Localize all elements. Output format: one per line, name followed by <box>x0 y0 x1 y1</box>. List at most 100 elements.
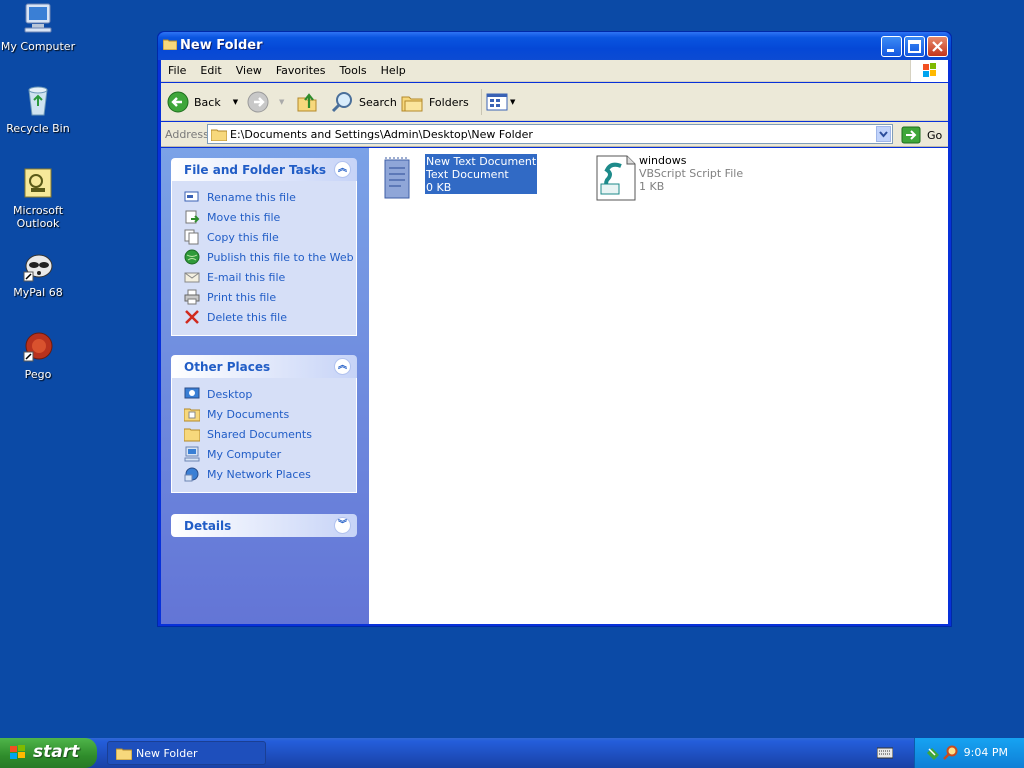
start-label: start <box>33 742 80 762</box>
taskbar-button-label: New Folder <box>136 747 198 760</box>
menu-favorites[interactable]: Favorites <box>269 60 333 77</box>
close-button[interactable] <box>927 36 948 57</box>
task-label: Publish this file to the Web <box>207 250 354 264</box>
back-dropdown-icon[interactable]: ▼ <box>233 98 238 106</box>
tray-app-icon[interactable] <box>925 745 941 761</box>
panel-title: File and Folder Tasks <box>184 163 327 177</box>
task-delete[interactable]: Delete this file <box>184 307 356 327</box>
computer-icon <box>184 446 200 462</box>
task-rename[interactable]: Rename this file <box>184 187 356 207</box>
maximize-button[interactable] <box>904 36 925 57</box>
forward-dropdown-icon[interactable]: ▼ <box>279 98 284 106</box>
desktop-icon-outlook[interactable]: Microsoft Outlook <box>0 166 76 230</box>
place-my-documents[interactable]: My Documents <box>184 404 356 424</box>
task-label: Delete this file <box>207 310 287 324</box>
file-item-new-text-document[interactable]: New Text Document Text Document 0 KB <box>381 154 538 200</box>
back-button[interactable]: Back ▼ <box>167 89 238 115</box>
other-places-header[interactable]: Other Places ︽ <box>171 355 357 378</box>
task-pane: File and Folder Tasks ︽ Rename this file… <box>161 148 369 624</box>
move-icon <box>185 210 200 224</box>
desktop-icon-recycle-bin[interactable]: Recycle Bin <box>0 84 76 135</box>
menu-edit[interactable]: Edit <box>193 60 228 77</box>
other-places-body: Desktop My Documents Shared Documents My… <box>171 378 357 493</box>
copy-icon <box>184 229 199 245</box>
standard-toolbar: Back ▼ ▼ Search Folders ▼ <box>161 83 948 121</box>
place-my-computer[interactable]: My Computer <box>184 444 356 464</box>
keyboard-icon[interactable] <box>877 747 893 759</box>
go-button[interactable]: Go <box>901 125 942 145</box>
desktop-icon-my-computer[interactable]: My Computer <box>0 2 76 53</box>
file-item-windows[interactable]: windows VBScript Script File 1 KB <box>595 154 743 201</box>
go-label: Go <box>927 128 943 142</box>
address-bar: Address E:\Documents and Settings\Admin\… <box>161 122 948 147</box>
shared-folder-icon <box>184 428 200 442</box>
file-folder-tasks-header[interactable]: File and Folder Tasks ︽ <box>171 158 357 181</box>
expand-chevron-icon[interactable]: ︾ <box>334 517 351 534</box>
minimize-button[interactable] <box>881 36 902 57</box>
address-value: E:\Documents and Settings\Admin\Desktop\… <box>230 128 533 141</box>
text-document-icon <box>381 154 421 200</box>
title-bar[interactable]: New Folder <box>158 32 951 60</box>
place-desktop[interactable]: Desktop <box>184 384 356 404</box>
up-folder-icon <box>297 93 317 112</box>
menu-tools[interactable]: Tools <box>333 60 374 77</box>
taskbar-button-new-folder[interactable]: New Folder <box>107 741 266 765</box>
views-button[interactable]: ▼ <box>481 89 515 115</box>
system-tray: 9:04 PM <box>914 738 1024 768</box>
globe-icon <box>184 249 200 265</box>
task-print[interactable]: Print this file <box>184 287 356 307</box>
delete-x-icon <box>185 310 199 324</box>
up-folder-button[interactable] <box>295 89 319 115</box>
task-publish[interactable]: Publish this file to the Web <box>184 247 356 267</box>
tray-search-icon[interactable] <box>943 745 959 761</box>
collapse-chevron-icon[interactable]: ︽ <box>334 161 351 178</box>
file-type: Text Document <box>426 168 509 181</box>
folders-button[interactable]: Folders <box>401 89 469 115</box>
file-size: 1 KB <box>639 180 665 193</box>
task-copy[interactable]: Copy this file <box>184 227 356 247</box>
desktop-icon-label: Microsoft Outlook <box>12 204 64 230</box>
menu-help[interactable]: Help <box>374 60 413 77</box>
task-email[interactable]: E-mail this file <box>184 267 356 287</box>
collapse-chevron-icon[interactable]: ︽ <box>334 358 351 375</box>
details-header[interactable]: Details ︾ <box>171 514 357 537</box>
vbscript-file-icon <box>595 154 636 201</box>
start-button[interactable]: start <box>0 738 97 768</box>
place-label: Shared Documents <box>207 427 312 441</box>
file-list-area[interactable]: New Text Document Text Document 0 KB win… <box>369 148 948 624</box>
clock[interactable]: 9:04 PM <box>964 746 1008 759</box>
place-shared-documents[interactable]: Shared Documents <box>184 424 356 444</box>
place-my-network-places[interactable]: My Network Places <box>184 464 356 484</box>
folder-icon <box>211 129 227 141</box>
pego-icon <box>21 330 55 364</box>
forward-button[interactable]: ▼ <box>247 89 284 115</box>
task-move[interactable]: Move this file <box>184 207 356 227</box>
address-input[interactable]: E:\Documents and Settings\Admin\Desktop\… <box>207 124 893 144</box>
desktop-icon-label: Pego <box>24 368 52 381</box>
menu-view[interactable]: View <box>229 60 269 77</box>
minimize-icon <box>887 49 894 52</box>
windows-flag-icon <box>923 63 936 77</box>
windows-flag-icon <box>10 745 25 759</box>
folders-label: Folders <box>429 95 469 109</box>
task-label: Move this file <box>207 210 281 224</box>
desktop-icon-pego[interactable]: Pego <box>0 330 76 381</box>
search-button[interactable]: Search <box>331 89 397 115</box>
place-label: My Computer <box>207 447 282 461</box>
file-folder-tasks-body: Rename this file Move this file Copy thi… <box>171 181 357 336</box>
task-label: Copy this file <box>207 230 279 244</box>
back-label: Back <box>194 95 221 109</box>
desktop-icon-mypal[interactable]: MyPal 68 <box>0 248 76 299</box>
menu-file[interactable]: File <box>161 60 193 77</box>
file-name: windows <box>639 154 687 167</box>
task-label: Print this file <box>207 290 277 304</box>
rename-icon <box>184 191 199 202</box>
forward-arrow-icon <box>247 91 269 113</box>
file-name: New Text Document <box>426 155 537 168</box>
mypal-icon <box>21 248 55 282</box>
details-panel: Details ︾ <box>171 514 357 537</box>
address-dropdown-button[interactable] <box>876 126 891 142</box>
views-dropdown-icon[interactable]: ▼ <box>510 98 515 106</box>
address-label: Address <box>165 128 209 141</box>
desktop-icon-label: Recycle Bin <box>6 122 70 135</box>
